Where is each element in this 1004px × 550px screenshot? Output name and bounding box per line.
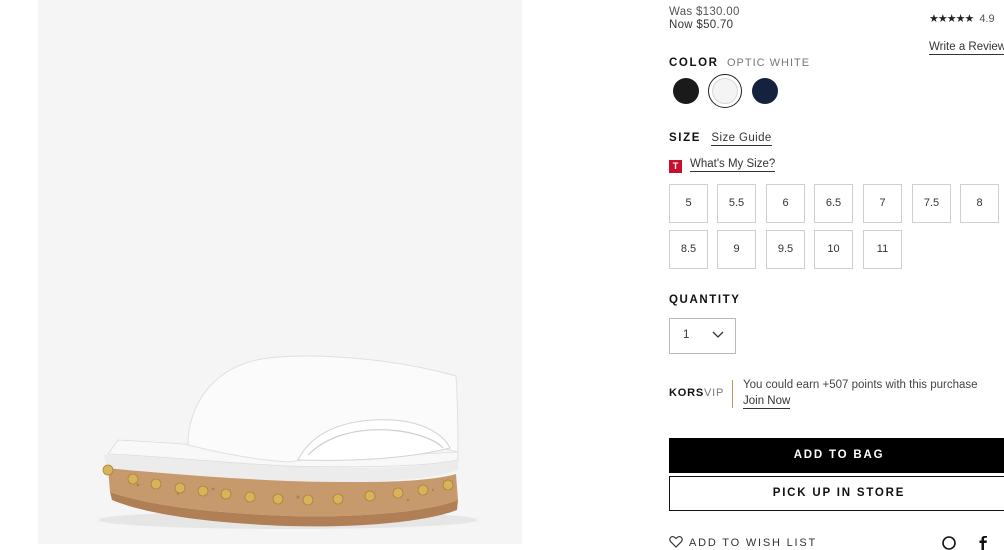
size-option-5-5[interactable]: 5.5 <box>717 184 756 223</box>
color-swatch-black[interactable] <box>673 78 699 104</box>
size-option-8-5[interactable]: 8.5 <box>669 230 708 269</box>
product-image <box>38 0 522 544</box>
rating-score: 4.9 <box>979 13 995 25</box>
rating[interactable]: ★★★★★ 4.9 <box>929 12 995 25</box>
color-swatch-navy[interactable] <box>752 78 778 104</box>
size-option-6-5[interactable]: 6.5 <box>814 184 853 223</box>
selected-color-name: OPTIC WHITE <box>726 57 811 69</box>
size-option-11[interactable]: 11 <box>863 230 902 269</box>
size-option-7-5[interactable]: 7.5 <box>912 184 951 223</box>
white-studded-slide-sandal-image <box>98 355 478 529</box>
facebook-icon[interactable] <box>978 536 988 550</box>
size-option-8[interactable]: 8 <box>960 184 999 223</box>
price-was: Was $130.00 <box>669 6 740 18</box>
size-option-5[interactable]: 5 <box>669 184 708 223</box>
size-option-10[interactable]: 10 <box>814 230 853 269</box>
vip-divider <box>732 380 733 408</box>
size-option-7[interactable]: 7 <box>863 184 902 223</box>
add-to-wishlist-link[interactable]: ADD TO WISH LIST <box>669 536 817 549</box>
whats-my-size-link[interactable]: What's My Size? <box>690 158 776 172</box>
price-now: Now $50.70 <box>669 19 734 31</box>
quantity-label: QUANTITY <box>669 294 741 306</box>
pick-up-in-store-button[interactable]: PICK UP IN STORE <box>669 476 1004 511</box>
pinterest-icon[interactable] <box>942 536 956 550</box>
color-swatch-optic-white[interactable] <box>712 78 738 104</box>
size-option-6[interactable]: 6 <box>766 184 805 223</box>
korsvip-logo: KORSVIP <box>669 387 724 399</box>
wishlist-label: ADD TO WISH LIST <box>689 537 818 549</box>
size-label-row: SIZE Size Guide <box>669 128 772 146</box>
korsvip-suffix: VIP <box>703 387 725 399</box>
vip-points-message: You could earn +507 points with this pur… <box>743 379 978 391</box>
korsvip-brand: KORS <box>669 387 704 399</box>
quantity-value: 1 <box>683 329 690 341</box>
write-review-link[interactable]: Write a Review <box>929 41 1004 55</box>
size-option-9[interactable]: 9 <box>717 230 756 269</box>
size-guide-link[interactable]: Size Guide <box>711 132 772 146</box>
chevron-down-icon <box>712 331 724 338</box>
add-to-bag-button[interactable]: ADD TO BAG <box>669 438 1004 473</box>
join-now-link[interactable]: Join Now <box>743 395 791 409</box>
heart-icon <box>669 536 683 548</box>
size-label: SIZE <box>669 132 701 144</box>
color-label-row: COLOR OPTIC WHITE <box>669 53 810 71</box>
color-label: COLOR <box>669 57 719 69</box>
quantity-select[interactable]: 1 <box>669 318 736 354</box>
truefit-icon: T <box>669 160 682 173</box>
size-option-9-5[interactable]: 9.5 <box>766 230 805 269</box>
star-rating-icon: ★★★★★ <box>929 13 974 25</box>
